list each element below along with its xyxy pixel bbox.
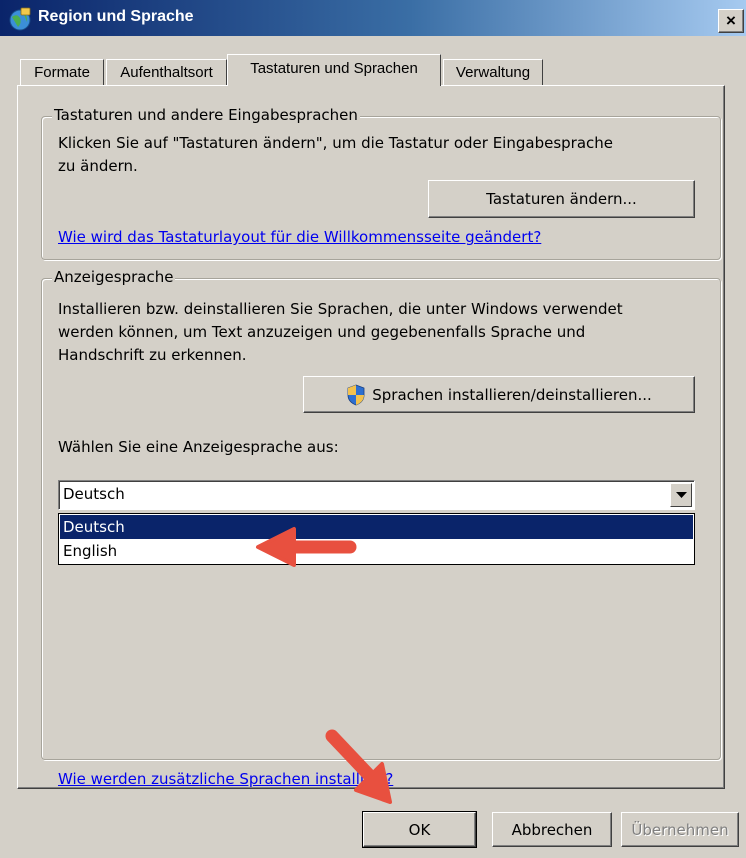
annotation-arrow-ok [325,729,392,804]
welcome-screen-layout-link[interactable]: Wie wird das Tastaturlayout für die Will… [58,228,541,246]
apply-label: Übernehmen [631,820,729,839]
window-title: Region und Sprache [38,8,194,25]
cancel-button[interactable]: Abbrechen [492,812,612,847]
display-description-line3: Handschrift zu erkennen. [58,346,247,364]
ok-label: OK [408,820,431,839]
dropdown-arrow-button[interactable] [670,483,692,507]
uac-shield-icon [347,384,365,405]
language-dropdown-list: Deutsch English [58,513,695,565]
tab-aufenthaltsort[interactable]: Aufenthaltsort [106,59,227,85]
display-language-select[interactable]: Deutsch [58,480,695,510]
select-display-language-label: Wählen Sie eine Anzeigesprache aus: [58,438,339,456]
language-option-english[interactable]: English [60,539,693,563]
cancel-label: Abbrechen [511,820,593,839]
close-button[interactable]: × [718,9,744,33]
selected-language-value: Deutsch [63,485,125,503]
annotation-arrow-english [256,527,357,567]
tab-formate[interactable]: Formate [20,59,104,85]
keyboards-group-legend: Tastaturen und andere Eingabesprachen [52,106,360,124]
keyboards-description-line1: Klicken Sie auf "Tastaturen ändern", um … [58,134,613,152]
change-keyboards-button[interactable]: Tastaturen ändern... [428,180,695,218]
globe-icon [9,7,31,31]
chevron-down-icon [675,491,687,498]
display-description-line2: werden können, um Text anzuzeigen und ge… [58,323,586,341]
keyboards-description-line2: zu ändern. [58,157,138,175]
ok-button[interactable]: OK [362,811,477,848]
display-description-line1: Installieren bzw. deinstallieren Sie Spr… [58,300,623,318]
install-languages-button[interactable]: Sprachen installieren/deinstallieren... [303,376,695,413]
close-icon: × [726,11,736,30]
change-keyboards-label: Tastaturen ändern... [486,190,637,208]
display-language-legend: Anzeigesprache [52,268,176,286]
tab-tastaturen-und-sprachen[interactable]: Tastaturen und Sprachen [227,54,441,88]
tab-verwaltung[interactable]: Verwaltung [443,59,543,85]
apply-button[interactable]: Übernehmen [621,812,739,847]
install-languages-label: Sprachen installieren/deinstallieren... [372,385,652,404]
language-option-deutsch[interactable]: Deutsch [60,515,693,539]
